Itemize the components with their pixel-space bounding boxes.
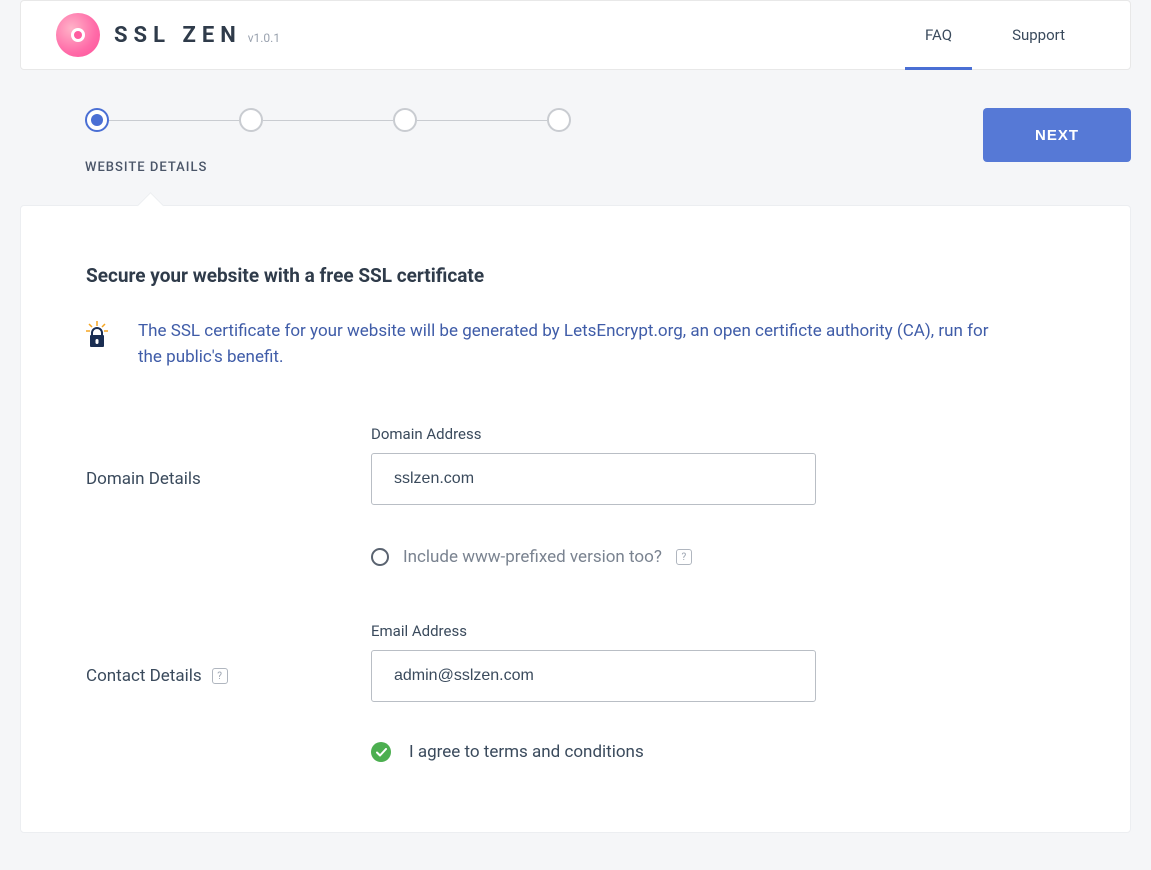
domain-input[interactable] — [371, 453, 816, 505]
check-icon[interactable] — [371, 742, 391, 762]
brand: SSL ZEN v1.0.1 — [56, 13, 280, 57]
email-input[interactable] — [371, 650, 816, 702]
domain-row: Domain Details Domain Address Include ww… — [86, 425, 1065, 567]
next-button[interactable]: NEXT — [983, 108, 1131, 162]
nav-faq[interactable]: FAQ — [895, 1, 982, 69]
step-line — [417, 120, 547, 121]
version-text: v1.0.1 — [248, 31, 280, 45]
lock-icon — [86, 321, 108, 353]
agree-text: I agree to terms and conditions — [409, 742, 644, 762]
contact-section-label: Contact Details — [86, 666, 202, 686]
contact-row: Contact Details ? Email Address — [86, 622, 1065, 702]
email-field-label: Email Address — [371, 622, 1065, 640]
step-4[interactable] — [547, 108, 571, 132]
form-card: Secure your website with a free SSL cert… — [20, 205, 1131, 833]
step-line — [109, 120, 239, 121]
domain-section-label-wrap: Domain Details — [86, 425, 371, 489]
help-icon[interactable]: ? — [676, 549, 692, 565]
nav-support-label: Support — [1012, 26, 1065, 44]
info-text: The SSL certificate for your website wil… — [138, 319, 1008, 370]
agree-row: I agree to terms and conditions — [371, 742, 1065, 762]
include-www-label: Include www-prefixed version too? — [403, 547, 662, 567]
include-www-checkbox[interactable] — [371, 548, 389, 566]
help-icon[interactable]: ? — [212, 668, 228, 684]
step-2[interactable] — [239, 108, 263, 132]
nav-support[interactable]: Support — [982, 1, 1095, 69]
include-www-row: Include www-prefixed version too? ? — [371, 547, 1065, 567]
info-row: The SSL certificate for your website wil… — [86, 319, 1065, 370]
nav-faq-label: FAQ — [925, 26, 952, 44]
card-title: Secure your website with a free SSL cert… — [86, 264, 1065, 287]
stepper-wrap: WEBSITE DETAILS — [20, 108, 571, 175]
step-line — [263, 120, 393, 121]
domain-field-label: Domain Address — [371, 425, 1065, 443]
step-label: WEBSITE DETAILS — [85, 160, 571, 175]
step-1[interactable] — [85, 108, 109, 132]
header-nav: FAQ Support — [895, 1, 1095, 69]
domain-section-label: Domain Details — [86, 469, 201, 489]
step-3[interactable] — [393, 108, 417, 132]
stepper — [85, 108, 571, 132]
brand-name: SSL ZEN — [114, 23, 242, 48]
logo-icon — [56, 13, 100, 57]
top-controls: WEBSITE DETAILS NEXT — [0, 70, 1151, 175]
app-header: SSL ZEN v1.0.1 FAQ Support — [20, 0, 1131, 70]
contact-section-label-wrap: Contact Details ? — [86, 622, 371, 686]
